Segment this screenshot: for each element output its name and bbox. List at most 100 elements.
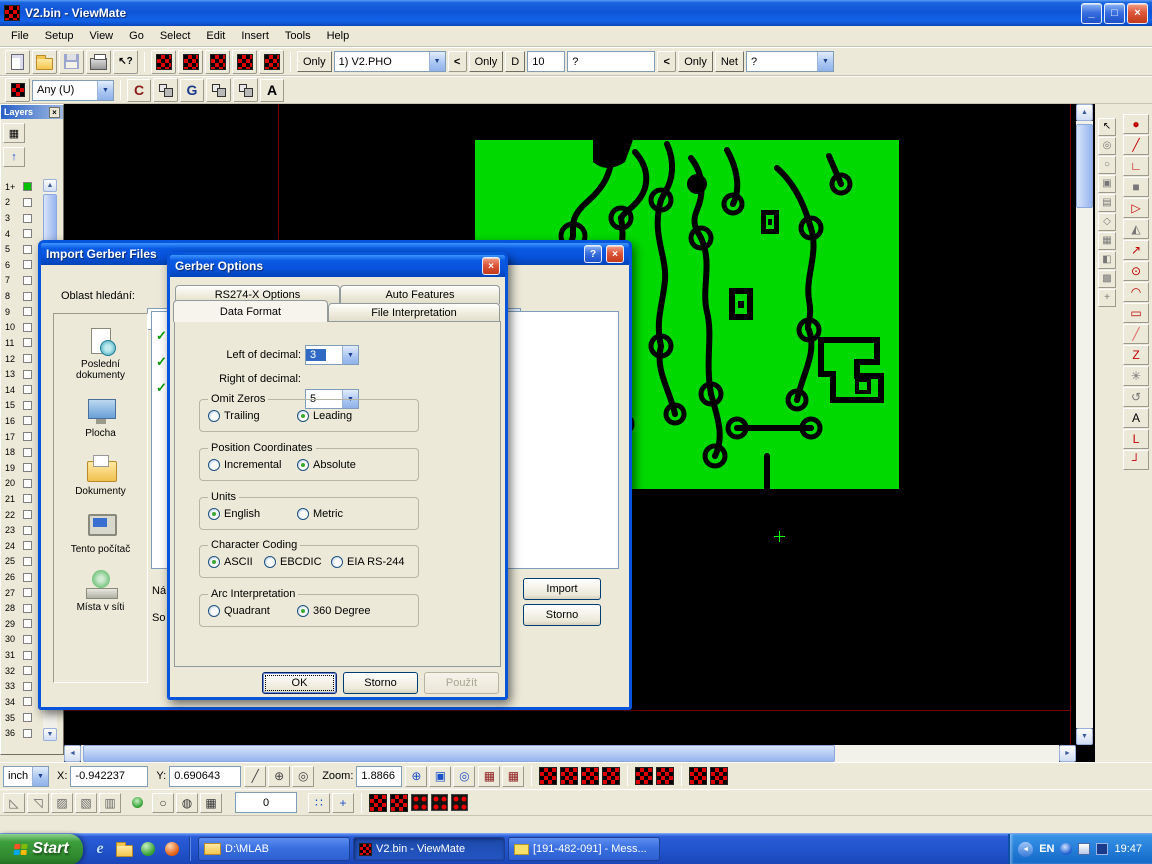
layer-color-chip[interactable]	[23, 651, 32, 660]
context-help-button[interactable]: ↖?	[113, 50, 138, 74]
layer-color-chip[interactable]	[23, 338, 32, 347]
menu-item[interactable]: Go	[121, 27, 152, 45]
pointer-tool-icon[interactable]: ↖	[1098, 118, 1116, 136]
item-type-combo[interactable]: Any (U) ▼	[32, 80, 114, 101]
maximize-button[interactable]: □	[1104, 3, 1125, 24]
trace-select-button[interactable]	[206, 78, 231, 102]
layer-color-chip[interactable]	[23, 370, 32, 379]
layer-row[interactable]: 32	[2, 663, 42, 679]
layer-color-chip[interactable]	[23, 323, 32, 332]
flash-pad-tool-icon[interactable]: ●	[1123, 114, 1149, 134]
radio-metric[interactable]	[297, 508, 309, 520]
select-group-button[interactable]: G	[180, 79, 204, 102]
layer-row[interactable]: 21	[2, 491, 42, 507]
layer-row[interactable]: 28	[2, 600, 42, 616]
gerber-options-titlebar[interactable]: Gerber Options ×	[170, 255, 505, 277]
polyline-tool-icon[interactable]: ∟	[1123, 156, 1149, 176]
grid-2-icon[interactable]: ▦	[502, 766, 524, 787]
layer-color-chip[interactable]	[23, 214, 32, 223]
tray-icon-2[interactable]	[1096, 843, 1108, 855]
mirror-tool-icon[interactable]: ◭	[1123, 219, 1149, 239]
film-button[interactable]	[539, 767, 557, 785]
close-button[interactable]: ×	[1127, 3, 1148, 24]
layer-row[interactable]: 33	[2, 679, 42, 695]
layer-color-chip[interactable]	[23, 401, 32, 410]
new-file-button[interactable]	[5, 50, 30, 74]
radio-ascii[interactable]	[208, 556, 220, 568]
layer-row[interactable]: 17	[2, 429, 42, 445]
layer-row[interactable]: 24	[2, 538, 42, 554]
aperture-view-button[interactable]	[205, 50, 230, 74]
layer-row[interactable]: 12	[2, 351, 42, 367]
layer-row[interactable]: 13	[2, 366, 42, 382]
ie-quicklaunch-icon[interactable]: e	[91, 840, 109, 858]
origin-icon[interactable]: ⊕	[268, 766, 290, 787]
plus-icon[interactable]: +	[1098, 289, 1116, 307]
menu-item[interactable]: Setup	[37, 27, 82, 45]
prev-layer-button[interactable]: <	[448, 51, 467, 72]
layers-icon[interactable]: ▣	[1098, 175, 1116, 193]
canvas-vscrollbar[interactable]: ▲ ▼	[1076, 104, 1093, 745]
pad-pattern-button[interactable]	[451, 794, 468, 811]
net-label[interactable]: Net	[715, 51, 744, 72]
unit-combo[interactable]: inch ▼	[3, 766, 49, 787]
start-button[interactable]: Start	[0, 834, 83, 864]
dcode-filter-field[interactable]: 10	[527, 51, 565, 72]
report-view-button[interactable]	[259, 50, 284, 74]
layer-color-chip[interactable]	[23, 479, 32, 488]
center-icon[interactable]: ◎	[292, 766, 314, 787]
highlight-pads-icon[interactable]: ◎	[1098, 137, 1116, 155]
dots-grid-icon[interactable]: ∷	[308, 793, 330, 813]
layer-color-chip[interactable]	[23, 494, 32, 503]
hatch-icon[interactable]: ▨	[51, 793, 73, 813]
messenger-tray-icon[interactable]	[1060, 843, 1072, 855]
pad-pattern-button[interactable]	[411, 794, 428, 811]
grid-small-icon[interactable]: ▦	[1098, 232, 1116, 250]
combo-arrow-icon[interactable]: ▼	[342, 346, 358, 364]
layer-view-button[interactable]	[232, 50, 257, 74]
layer-row[interactable]: 14	[2, 382, 42, 398]
menu-item[interactable]: View	[81, 27, 121, 45]
corner-tool-icon[interactable]: ┘	[1123, 450, 1149, 470]
layer-row[interactable]: 26	[2, 569, 42, 585]
layer-color-chip[interactable]	[23, 463, 32, 472]
active-layer-combo[interactable]: 1) V2.PHO ▼	[334, 51, 446, 72]
dialog-help-button[interactable]: ?	[584, 245, 602, 263]
radio-ebcdic[interactable]	[264, 556, 276, 568]
layer-row[interactable]: 30	[2, 632, 42, 648]
net-combo[interactable]: ? ▼	[746, 51, 834, 72]
layer-color-chip[interactable]	[23, 448, 32, 457]
menu-item[interactable]: Edit	[198, 27, 233, 45]
taskbar-task[interactable]: D:\MLAB	[198, 837, 350, 861]
layer-row[interactable]: 22	[2, 507, 42, 523]
hide-icons-chevron[interactable]: ◄	[1018, 842, 1033, 857]
grid-toggle-icon[interactable]: ▦	[200, 793, 222, 813]
layer-color-chip[interactable]	[23, 354, 32, 363]
layer-color-chip[interactable]	[23, 588, 32, 597]
layer-color-chip[interactable]	[23, 604, 32, 613]
circle-tool-icon[interactable]: ⊙	[1123, 261, 1149, 281]
import-close-button[interactable]: ×	[606, 245, 624, 263]
only-net-toggle[interactable]: Only	[678, 51, 713, 72]
layer-row[interactable]: 20	[2, 476, 42, 492]
layer-color-chip[interactable]	[23, 666, 32, 675]
layer-color-chip[interactable]	[23, 557, 32, 566]
pad-pattern-button[interactable]	[431, 794, 448, 811]
tab-auto-features[interactable]: Auto Features	[340, 285, 500, 304]
combo-arrow-icon[interactable]: ▼	[817, 52, 833, 71]
select-filter-button[interactable]	[5, 78, 30, 102]
corner-draw-2-icon[interactable]: ◹	[27, 793, 49, 813]
lines-icon[interactable]: ▥	[99, 793, 121, 813]
hatch-2-icon[interactable]: ▧	[75, 793, 97, 813]
layer-row[interactable]: 7	[2, 273, 42, 289]
layer-row[interactable]: 36	[2, 725, 42, 741]
radio-quadrant[interactable]	[208, 605, 220, 617]
layer-color-chip[interactable]	[23, 697, 32, 706]
canvas-hscrollbar[interactable]: ◄ ►	[64, 745, 1076, 762]
prev-dcode-button[interactable]: <	[657, 51, 676, 72]
l-text-tool-icon[interactable]: L	[1123, 429, 1149, 449]
layer-color-chip[interactable]	[23, 682, 32, 691]
only-dcode-toggle[interactable]: Only	[469, 51, 504, 72]
film-button[interactable]	[560, 767, 578, 785]
zoom-in-icon[interactable]: ⊕	[405, 766, 427, 787]
